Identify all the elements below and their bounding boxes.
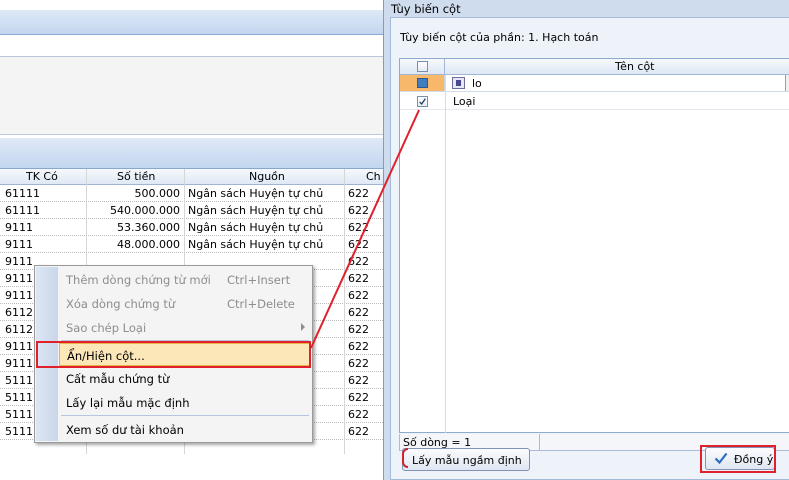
annotation-arrow <box>310 109 420 349</box>
